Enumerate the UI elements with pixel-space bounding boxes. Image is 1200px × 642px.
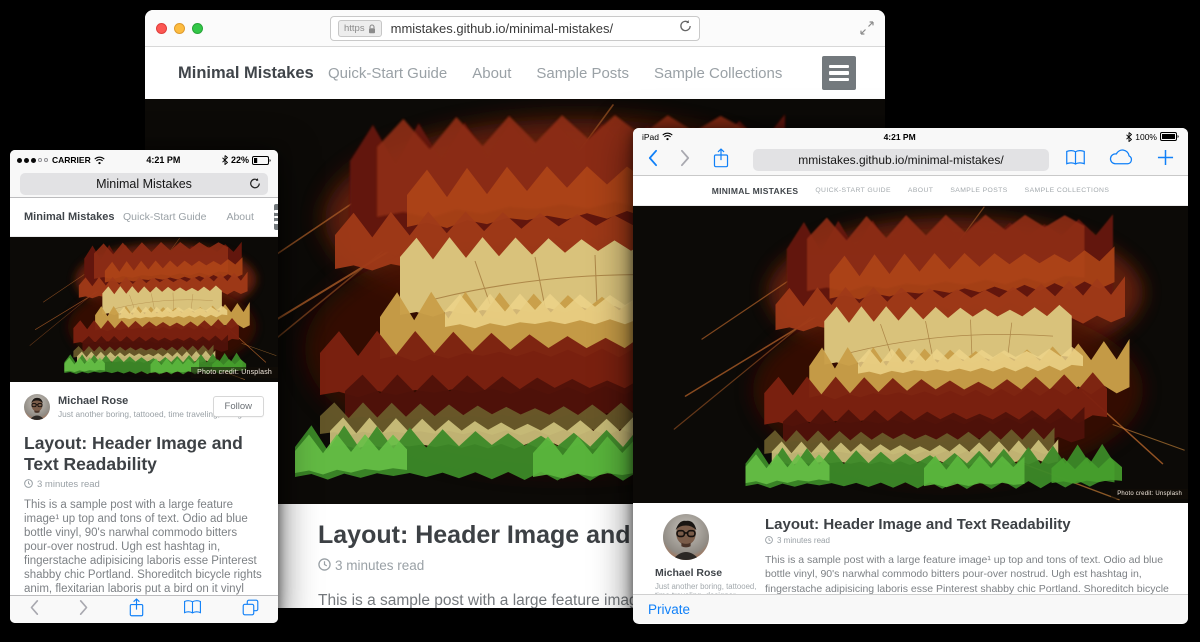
carrier-label: CARRIER [52,155,91,165]
bookmarks-icon[interactable] [1065,149,1086,171]
avatar [24,394,50,420]
lock-icon [368,24,376,34]
zoom-window-button[interactable] [192,23,203,34]
nav-quick-start-guide[interactable]: Quick-Start Guide [123,211,206,223]
author-block: Michael Rose Just another boring, tattoo… [655,514,765,594]
forward-icon[interactable] [79,599,89,621]
nav-about[interactable]: About [226,211,253,223]
bookmarks-icon[interactable] [183,599,202,620]
nav-about[interactable]: About [472,65,511,82]
nav-sample-posts[interactable]: Sample Posts [536,65,629,82]
close-window-button[interactable] [156,23,167,34]
share-icon[interactable] [129,598,144,622]
post-body-excerpt: This is a sample post with a large featu… [765,553,1170,594]
feature-image-leaves: Photo credit: Unsplash [633,206,1188,503]
url-text: mmistakes.github.io/minimal-mistakes/ [391,21,614,36]
wifi-icon [94,156,105,165]
minimize-window-button[interactable] [174,23,185,34]
site-title-link[interactable]: Minimal Mistakes [24,211,123,223]
author-bio: Just another boring, tattooed, time trav… [655,582,765,594]
ipad-safari: iPad 4:21 PM 100% mmistakes.github.io/mi… [633,128,1188,624]
clock-icon [765,536,773,544]
status-time: 4:21 PM [105,155,222,165]
composite-canvas: https mmistakes.github.io/minimal-mistak… [0,0,1200,642]
ipad-status-bar: iPad 4:21 PM 100% [633,128,1188,145]
post-content: Michael Rose Just another boring, tattoo… [633,503,1188,594]
bluetooth-icon [1126,132,1132,142]
forward-icon[interactable] [680,149,691,172]
battery-icon [252,156,271,165]
post-content: Michael Rose Just another boring, tattoo… [10,382,278,623]
site-title-link[interactable]: MINIMAL MISTAKES [712,186,799,196]
nav-sample-collections[interactable]: Sample Collections [654,65,782,82]
safari-toolbar: mmistakes.github.io/minimal-mistakes/ [633,145,1188,176]
signal-dots-icon [17,158,48,163]
battery-percent: 22% [231,155,249,165]
menu-icon[interactable] [822,56,856,90]
site-masthead: Minimal Mistakes Quick-Start Guide About… [145,47,885,99]
private-button[interactable]: Private [648,602,690,617]
device-label: iPad [642,132,659,142]
read-time: 3 minutes read [765,536,1170,545]
share-icon[interactable] [713,148,729,173]
reload-icon[interactable] [249,177,261,193]
safari-bottom-toolbar [10,595,278,623]
browser-chrome-bar: https mmistakes.github.io/minimal-mistak… [145,10,885,47]
site-masthead: Minimal Mistakes Quick-Start Guide About [10,198,278,237]
private-browsing-bar: Private [633,594,1188,623]
nav-about[interactable]: ABOUT [908,187,933,194]
photo-credit-badge: Photo credit: Unsplash [1111,489,1188,499]
nav-sample-collections[interactable]: SAMPLE COLLECTIONS [1025,187,1110,194]
clock-icon [318,558,331,571]
post-title: Layout: Header Image and Text Readabilit… [765,516,1170,533]
wifi-icon [662,132,673,141]
iphone-address-bar: Minimal Mistakes [10,170,278,198]
post-title: Layout: Header Image and Text Readabilit… [24,433,256,474]
battery-percent: 100% [1135,132,1157,142]
nav-quick-start-guide[interactable]: Quick-Start Guide [328,65,447,82]
menu-icon[interactable] [274,204,278,230]
avatar [663,514,709,560]
nav-quick-start-guide[interactable]: QUICK-START GUIDE [815,187,891,194]
feature-image-leaves: Photo credit: Unsplash [10,237,278,382]
bluetooth-icon [222,155,228,165]
iphone-safari: CARRIER 4:21 PM 22% Minimal Mistakes Min… [10,150,278,623]
https-badge: https [338,20,382,37]
iphone-status-bar: CARRIER 4:21 PM 22% [10,150,278,170]
follow-button[interactable]: Follow [213,396,264,417]
window-controls [156,23,203,34]
clock-icon [24,479,33,488]
url-field[interactable]: Minimal Mistakes [20,173,268,195]
new-tab-icon[interactable] [1157,149,1174,171]
battery-icon [1160,132,1179,141]
status-time: 4:21 PM [673,132,1126,142]
icloud-tabs-icon[interactable] [1109,149,1134,171]
reload-icon[interactable] [679,19,692,38]
site-title-link[interactable]: Minimal Mistakes [178,64,328,83]
author-name: Michael Rose [655,567,765,579]
back-icon[interactable] [647,149,658,172]
photo-credit-badge: Photo credit: Unsplash [191,367,278,378]
tabs-icon[interactable] [242,599,259,621]
site-masthead: MINIMAL MISTAKES QUICK-START GUIDE ABOUT… [633,176,1188,206]
fullscreen-resize-icon[interactable] [860,21,874,40]
url-field[interactable]: mmistakes.github.io/minimal-mistakes/ [753,149,1049,171]
https-label: https [344,23,365,34]
address-bar[interactable]: https mmistakes.github.io/minimal-mistak… [330,16,700,41]
back-icon[interactable] [29,599,39,621]
read-time: 3 minutes read [24,479,264,490]
nav-sample-posts[interactable]: SAMPLE POSTS [950,187,1007,194]
